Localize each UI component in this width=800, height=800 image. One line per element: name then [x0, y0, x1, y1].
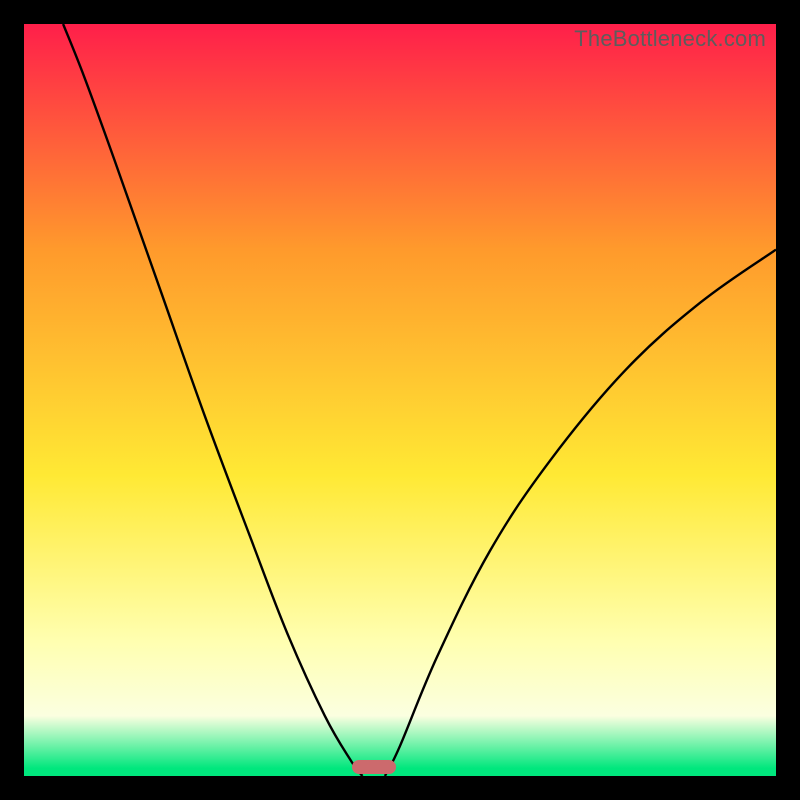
curve-left — [63, 24, 362, 776]
bottleneck-curve — [24, 24, 776, 776]
optimal-marker — [352, 760, 396, 774]
chart-area: TheBottleneck.com — [24, 24, 776, 776]
watermark-label: TheBottleneck.com — [574, 26, 766, 52]
curve-right — [385, 250, 776, 776]
